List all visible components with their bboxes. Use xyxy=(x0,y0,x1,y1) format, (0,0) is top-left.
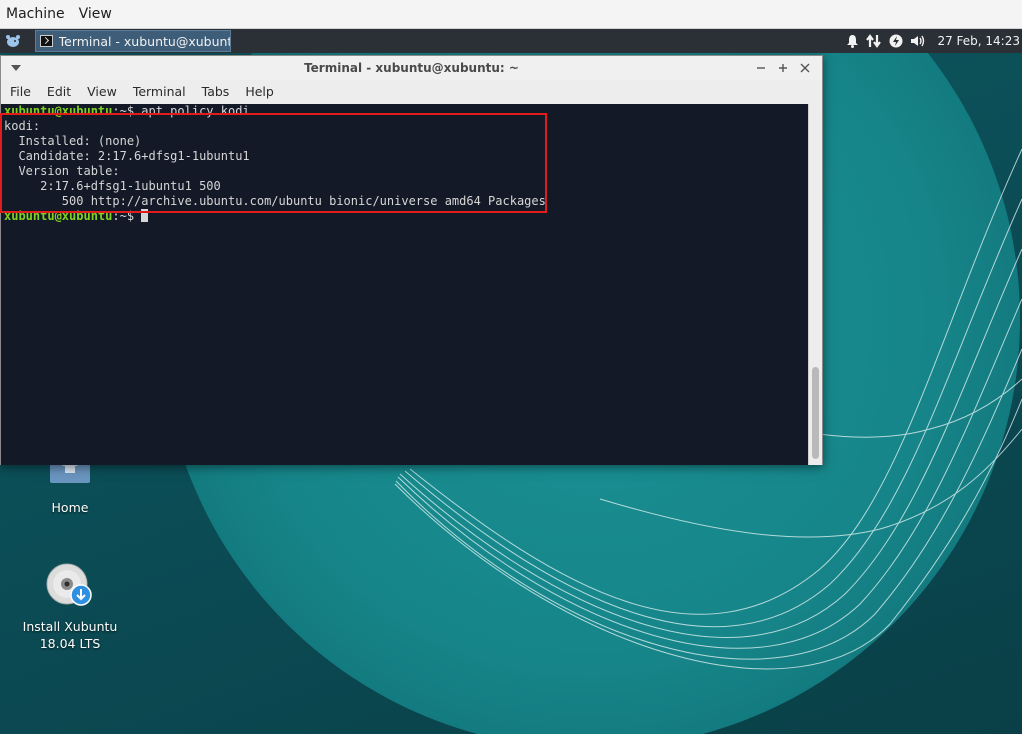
xubuntu-mouse-icon xyxy=(6,35,20,47)
terminal-scrollbar[interactable] xyxy=(808,104,822,465)
terminal-output-area[interactable]: xubuntu@xubuntu:~$ apt policy kodi kodi: … xyxy=(1,104,822,465)
output-line: Installed: (none) xyxy=(4,134,142,148)
prompt-user: xubuntu@xubuntu xyxy=(4,209,113,223)
terminal-window: Terminal - xubuntu@xubuntu: ~ File Edit … xyxy=(0,55,823,465)
prompt-separator: :~$ xyxy=(112,209,142,223)
whisker-menu-button[interactable] xyxy=(0,29,26,53)
menu-tabs[interactable]: Tabs xyxy=(194,80,238,104)
window-titlebar[interactable]: Terminal - xubuntu@xubuntu: ~ xyxy=(1,56,822,80)
prompt-separator: :~$ xyxy=(112,104,142,118)
power-bolt-icon[interactable] xyxy=(885,29,907,53)
command-line: xubuntu@xubuntu:~$ apt policy kodi xyxy=(4,104,546,119)
typed-command: apt policy kodi xyxy=(141,104,250,118)
desktop-icon-install-xubuntu[interactable]: Install Xubuntu 18.04 LTS xyxy=(10,562,130,652)
menu-file[interactable]: File xyxy=(1,80,39,104)
terminal-icon xyxy=(40,35,53,47)
home-label: Home xyxy=(51,500,89,515)
scrollbar-thumb[interactable] xyxy=(812,367,819,459)
window-menu-icon[interactable] xyxy=(10,62,22,74)
menu-view[interactable]: View xyxy=(79,80,125,104)
close-icon[interactable] xyxy=(794,59,816,77)
install-disc-icon xyxy=(46,563,92,606)
maximize-icon[interactable] xyxy=(772,59,794,77)
output-line: Version table: xyxy=(4,164,120,178)
menu-help[interactable]: Help xyxy=(237,80,282,104)
window-title: Terminal - xubuntu@xubuntu: ~ xyxy=(304,61,519,75)
panel-clock[interactable]: 27 Feb, 14:23 xyxy=(937,34,1020,48)
host-menu-view[interactable]: View xyxy=(72,0,119,29)
system-tray: 27 Feb, 14:23 xyxy=(841,29,1022,53)
minimize-icon[interactable] xyxy=(750,59,772,77)
bell-icon[interactable] xyxy=(841,29,863,53)
install-label-line2: 18.04 LTS xyxy=(39,636,101,651)
host-menubar: Machine View xyxy=(0,0,1022,29)
terminal-text: xubuntu@xubuntu:~$ apt policy kodi kodi: … xyxy=(4,104,546,224)
host-menu-machine[interactable]: Machine xyxy=(0,0,72,29)
output-line: 2:17.6+dfsg1-1ubuntu1 500 xyxy=(4,179,221,193)
text-cursor xyxy=(141,209,149,222)
output-line: kodi: xyxy=(4,119,41,133)
taskbar-terminal-label: Terminal - xubuntu@xubuntu... xyxy=(58,33,230,49)
install-label-line1: Install Xubuntu xyxy=(22,619,118,634)
top-panel: Terminal - xubuntu@xubuntu... 27 Feb, 14… xyxy=(0,29,1022,53)
network-updown-icon[interactable] xyxy=(863,29,885,53)
taskbar-terminal[interactable]: Terminal - xubuntu@xubuntu... xyxy=(35,30,231,52)
volume-icon[interactable] xyxy=(907,29,929,53)
terminal-menubar: File Edit View Terminal Tabs Help xyxy=(1,80,822,104)
output-line: 500 http://archive.ubuntu.com/ubuntu bio… xyxy=(4,194,546,208)
window-controls xyxy=(750,59,816,77)
menu-terminal[interactable]: Terminal xyxy=(125,80,194,104)
current-prompt-line: xubuntu@xubuntu:~$ xyxy=(4,209,546,224)
menu-edit[interactable]: Edit xyxy=(39,80,79,104)
output-line: Candidate: 2:17.6+dfsg1-1ubuntu1 xyxy=(4,149,250,163)
prompt-user: xubuntu@xubuntu xyxy=(4,104,113,118)
